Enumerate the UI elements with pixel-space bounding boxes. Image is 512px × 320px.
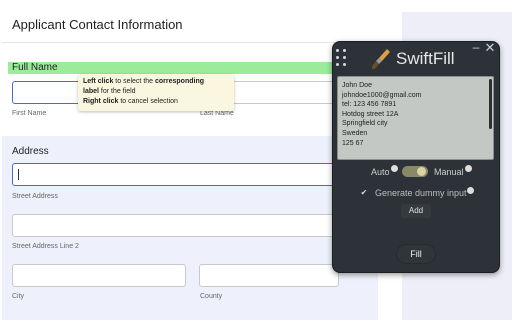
add-button[interactable]: Add — [401, 204, 431, 218]
page-title: Applicant Contact Information — [12, 17, 183, 32]
auto-info-icon[interactable] — [391, 165, 398, 172]
manual-label: Manual — [434, 167, 464, 177]
textarea-line: 125 67 — [342, 139, 364, 147]
selection-tooltip: Left click to select the corresponding l… — [78, 74, 234, 111]
street-address-label: Street Address — [12, 193, 58, 200]
textarea-line: Sweden — [342, 129, 368, 137]
first-name-label: First Name — [12, 110, 47, 117]
textarea-line: John Doe — [342, 82, 372, 89]
textarea-line: tel: 123 456 7891 — [342, 101, 397, 109]
toggle-knob — [417, 167, 426, 176]
address-title: Address — [12, 146, 49, 157]
last-name-label: Last Name — [200, 110, 234, 117]
generate-info-icon[interactable] — [467, 187, 474, 194]
city-label: City — [12, 293, 25, 300]
profile-textarea[interactable]: John Doe johndoe1000@gmail.com tel: 123 … — [337, 76, 494, 160]
full-name-label-highlighted[interactable]: Full Name — [8, 62, 380, 74]
auto-manual-toggle[interactable] — [402, 166, 428, 177]
auto-label: Auto — [371, 167, 390, 177]
check-icon: ✔ — [360, 188, 368, 197]
manual-info-icon[interactable] — [465, 165, 472, 172]
street-address-line2-label: Street Address Line 2 — [12, 243, 79, 250]
street-address-input[interactable] — [12, 163, 338, 186]
county-input[interactable] — [199, 264, 339, 287]
textarea-line: Springfield city — [342, 120, 388, 128]
grip-icon[interactable] — [336, 47, 350, 67]
generate-dummy-checkbox[interactable]: ✔ — [360, 189, 368, 197]
street-address-line2-input[interactable] — [12, 214, 338, 237]
city-input[interactable] — [12, 264, 186, 287]
text-caret — [18, 169, 19, 180]
close-icon[interactable]: ✕ — [484, 41, 496, 54]
tooltip-line-1: Left click to select the corresponding — [83, 78, 205, 85]
textarea-scrollbar[interactable] — [489, 79, 492, 129]
paintbrush-icon — [372, 49, 390, 69]
tooltip-line-2: label for the field — [83, 88, 136, 95]
tooltip-line-3: Right click to cancel selection — [83, 98, 178, 105]
county-label: County — [200, 293, 223, 300]
textarea-line: johndoe1000@gmail.com — [342, 91, 422, 99]
fill-button[interactable]: Fill — [396, 244, 436, 264]
swiftfill-brand: SwiftFill — [396, 49, 455, 68]
generate-dummy-label: Generate dummy input — [375, 188, 467, 198]
textarea-line: Hotdog street 12A — [342, 110, 399, 118]
minimize-icon[interactable]: – — [471, 41, 481, 53]
